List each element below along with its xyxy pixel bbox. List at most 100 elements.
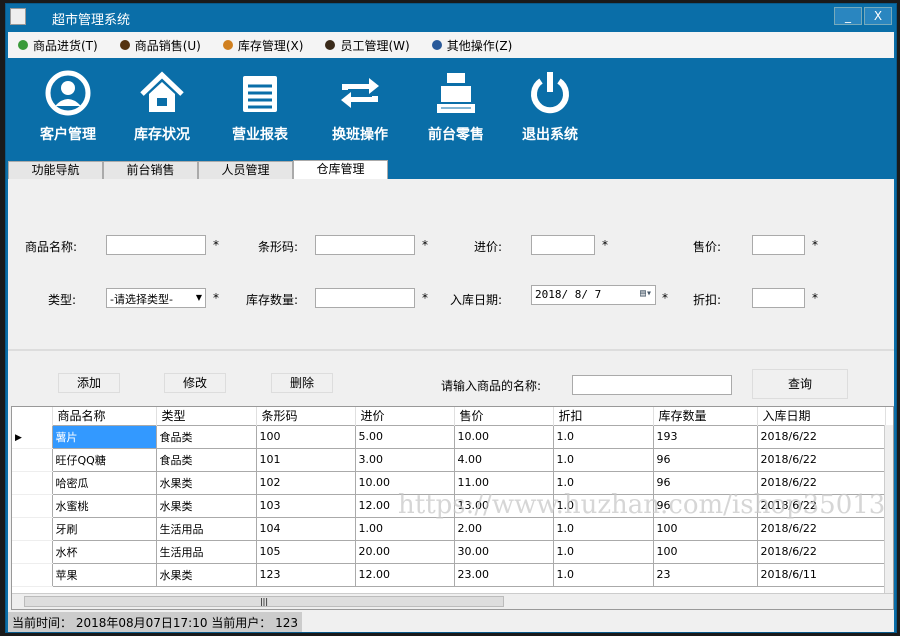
table-cell[interactable]: 水果类 [156,494,256,517]
table-cell[interactable]: 苹果 [52,563,156,586]
menu-item[interactable]: 库存管理(X) [223,37,304,54]
search-input[interactable] [572,375,732,395]
table-cell[interactable]: 4.00 [454,448,553,471]
table-cell[interactable]: 水果类 [156,563,256,586]
table-cell[interactable]: 1.0 [553,425,653,448]
table-cell[interactable]: 2018/6/22 [757,471,885,494]
table-cell[interactable]: 100 [256,425,355,448]
row-header[interactable] [12,471,52,494]
table-cell[interactable]: 102 [256,471,355,494]
table-cell[interactable]: 10.00 [355,471,454,494]
column-header[interactable]: 入库日期 [757,407,885,425]
name-input[interactable] [106,235,206,255]
column-header[interactable]: 商品名称 [52,407,156,425]
table-cell[interactable]: 生活用品 [156,517,256,540]
table-cell[interactable]: 13.00 [454,494,553,517]
table-cell[interactable]: 1.0 [553,494,653,517]
table-cell[interactable]: 2018/6/22 [757,494,885,517]
table-cell[interactable]: 105 [256,540,355,563]
table-cell[interactable]: 食品类 [156,425,256,448]
table-cell[interactable]: 3.00 [355,448,454,471]
table-cell[interactable]: 生活用品 [156,540,256,563]
vertical-scrollbar[interactable] [884,425,893,593]
price-input[interactable] [752,235,805,255]
table-cell[interactable]: 23 [653,563,757,586]
row-header[interactable]: ▶ [12,425,52,448]
row-header[interactable] [12,448,52,471]
table-row[interactable]: ▶薯片食品类1005.0010.001.01932018/6/22 [12,425,885,448]
column-header[interactable]: 类型 [156,407,256,425]
table-cell[interactable]: 12.00 [355,563,454,586]
table-cell[interactable]: 123 [256,563,355,586]
table-cell[interactable]: 103 [256,494,355,517]
row-header[interactable] [12,563,52,586]
table-cell[interactable]: 1.0 [553,540,653,563]
toolbar-button[interactable]: 客户管理 [28,70,108,144]
table-cell[interactable]: 水果类 [156,471,256,494]
menu-item[interactable]: 商品销售(U) [120,37,201,54]
toolbar-button[interactable]: 前台零售 [416,70,496,144]
table-cell[interactable]: 20.00 [355,540,454,563]
menu-item[interactable]: 其他操作(Z) [432,37,513,54]
table-cell[interactable]: 2018/6/22 [757,540,885,563]
table-row[interactable]: 旺仔QQ糖食品类1013.004.001.0962018/6/22 [12,448,885,471]
minimize-button[interactable]: _ [834,7,862,25]
tab-function-nav[interactable]: 功能导航 [8,161,103,180]
stock-input[interactable] [315,288,415,308]
table-row[interactable]: 牙刷生活用品1041.002.001.01002018/6/22 [12,517,885,540]
delete-button[interactable]: 删除 [271,373,333,393]
table-cell[interactable]: 96 [653,471,757,494]
table-cell[interactable]: 101 [256,448,355,471]
barcode-input[interactable] [315,235,415,255]
toolbar-button[interactable]: 换班操作 [320,70,400,144]
table-row[interactable]: 水杯生活用品10520.0030.001.01002018/6/22 [12,540,885,563]
table-cell[interactable]: 10.00 [454,425,553,448]
table-cell[interactable]: 11.00 [454,471,553,494]
tab-front-sales[interactable]: 前台销售 [103,161,198,180]
table-row[interactable]: 水蜜桃水果类10312.0013.001.0962018/6/22 [12,494,885,517]
table-cell[interactable]: 12.00 [355,494,454,517]
add-button[interactable]: 添加 [58,373,120,393]
menu-item[interactable]: 商品进货(T) [18,37,98,54]
table-cell[interactable]: 水杯 [52,540,156,563]
row-header[interactable] [12,540,52,563]
table-cell[interactable]: 牙刷 [52,517,156,540]
discount-input[interactable] [752,288,805,308]
toolbar-button[interactable]: 营业报表 [220,70,300,144]
tab-staff[interactable]: 人员管理 [198,161,293,180]
table-cell[interactable]: 旺仔QQ糖 [52,448,156,471]
table-cell[interactable]: 193 [653,425,757,448]
table-cell[interactable]: 哈密瓜 [52,471,156,494]
table-cell[interactable]: 100 [653,517,757,540]
toolbar-button[interactable]: 库存状况 [122,70,202,144]
table-cell[interactable]: 1.0 [553,471,653,494]
search-button[interactable]: 查询 [752,369,848,399]
table-cell[interactable]: 1.0 [553,563,653,586]
table-cell[interactable]: 96 [653,494,757,517]
close-button[interactable]: X [864,7,892,25]
date-picker[interactable]: 2018/ 8/ 7▤▾ [531,285,656,305]
table-cell[interactable]: 1.0 [553,448,653,471]
table-cell[interactable]: 2.00 [454,517,553,540]
column-header[interactable]: 售价 [454,407,553,425]
table-cell[interactable]: 1.0 [553,517,653,540]
table-cell[interactable]: 104 [256,517,355,540]
row-header[interactable] [12,517,52,540]
row-header[interactable] [12,494,52,517]
table-cell[interactable]: 2018/6/22 [757,517,885,540]
cost-input[interactable] [531,235,595,255]
table-cell[interactable]: 2018/6/22 [757,425,885,448]
table-cell[interactable]: 水蜜桃 [52,494,156,517]
tab-warehouse[interactable]: 仓库管理 [293,160,388,180]
table-cell[interactable]: 2018/6/11 [757,563,885,586]
scrollbar-thumb[interactable]: ||| [24,596,504,607]
table-cell[interactable]: 23.00 [454,563,553,586]
table-cell[interactable]: 薯片 [52,425,156,448]
column-header[interactable]: 条形码 [256,407,355,425]
table-cell[interactable]: 5.00 [355,425,454,448]
menu-item[interactable]: 员工管理(W) [325,37,409,54]
table-cell[interactable]: 96 [653,448,757,471]
table-cell[interactable]: 食品类 [156,448,256,471]
table-row[interactable]: 苹果水果类12312.0023.001.0232018/6/11 [12,563,885,586]
column-header[interactable]: 进价 [355,407,454,425]
